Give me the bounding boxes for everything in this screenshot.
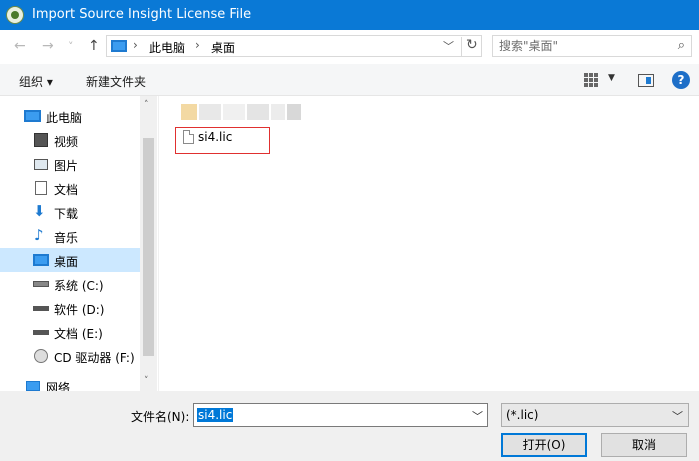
pictures-folder-icon	[34, 159, 48, 170]
drive-icon	[33, 330, 49, 335]
open-button[interactable]: 打开(O)	[501, 433, 587, 457]
computer-icon	[111, 40, 127, 52]
source-insight-app-icon	[6, 6, 24, 24]
annotation-highlight-box	[175, 127, 270, 154]
address-bar[interactable]: › 此电脑 › 桌面 ﹀ ↻	[106, 35, 482, 57]
sidebar-item-label: 文档 (E:)	[54, 327, 103, 341]
sidebar-item-label: 视频	[54, 135, 79, 149]
drive-icon	[33, 306, 49, 311]
sidebar-item-drive-c[interactable]: 系统 (C:)	[0, 272, 140, 296]
help-icon[interactable]: ?	[672, 71, 690, 89]
desktop-icon	[33, 254, 49, 266]
breadcrumb-this-pc[interactable]: 此电脑	[149, 39, 185, 56]
sidebar-item-label: 音乐	[54, 231, 79, 245]
sidebar-item-label: 软件 (D:)	[54, 303, 105, 317]
forward-arrow-icon[interactable]: →	[42, 38, 54, 54]
scroll-up-arrow-icon[interactable]: ˄	[144, 100, 149, 110]
sidebar-item-desktop[interactable]: 桌面	[0, 248, 140, 272]
filetype-value: (*.lic)	[506, 408, 539, 422]
organize-menu-button[interactable]: 组织 ▾	[19, 73, 53, 90]
sidebar-item-documents[interactable]: 文档	[0, 176, 140, 200]
breadcrumb-separator: ›	[133, 38, 138, 52]
sidebar-item-label: 桌面	[54, 255, 79, 269]
address-dropdown-chevron-icon[interactable]: ﹀	[443, 38, 454, 54]
refresh-icon[interactable]: ↻	[461, 37, 478, 57]
cd-drive-icon	[34, 349, 48, 363]
sidebar-item-label: 此电脑	[46, 111, 83, 125]
breadcrumb-separator: ›	[195, 38, 200, 52]
video-folder-icon	[34, 133, 48, 147]
search-icon[interactable]: ⌕	[678, 38, 685, 53]
scrollbar-thumb[interactable]	[143, 138, 154, 356]
command-toolbar: 组织 ▾ 新建文件夹 ▼ ?	[0, 64, 699, 96]
sidebar-item-downloads[interactable]: ⬇ 下载	[0, 200, 140, 224]
sidebar-item-videos[interactable]: 视频	[0, 128, 140, 152]
sidebar-item-label: 文档	[54, 183, 79, 197]
back-arrow-icon[interactable]: ←	[14, 38, 26, 54]
filetype-dropdown-chevron-icon[interactable]: ﹀	[672, 408, 683, 424]
sidebar-item-this-pc[interactable]: 此电脑	[0, 104, 140, 128]
filename-input[interactable]: si4.lic ﹀	[193, 403, 488, 427]
new-folder-button[interactable]: 新建文件夹	[86, 73, 146, 90]
view-options-icon[interactable]	[584, 73, 598, 87]
cancel-button[interactable]: 取消	[601, 433, 687, 457]
music-icon: ♪	[34, 226, 44, 244]
filename-label: 文件名(N):	[131, 410, 190, 424]
sidebar-item-label: 下载	[54, 207, 79, 221]
computer-icon	[24, 110, 41, 122]
navigation-pane: 此电脑 视频 图片 文档 ⬇ 下载 ♪ 音乐 桌面 系统 (C:) 软件 (D:…	[0, 96, 158, 391]
search-input[interactable]	[499, 38, 659, 54]
sidebar-item-drive-e[interactable]: 文档 (E:)	[0, 320, 140, 344]
sidebar-item-drive-f[interactable]: CD 驱动器 (F:)	[0, 344, 140, 368]
breadcrumb-desktop[interactable]: 桌面	[211, 39, 235, 56]
filename-value[interactable]: si4.lic	[197, 408, 234, 422]
scroll-down-arrow-icon[interactable]: ˅	[144, 376, 149, 386]
window-title: Import Source Insight License File	[32, 7, 252, 22]
blurred-item	[181, 104, 301, 120]
filetype-select[interactable]: (*.lic) ﹀	[501, 403, 689, 427]
view-options-dropdown-icon[interactable]: ▼	[608, 73, 615, 83]
sidebar-item-label: CD 驱动器 (F:)	[54, 351, 135, 365]
documents-folder-icon	[35, 181, 47, 195]
sidebar-item-music[interactable]: ♪ 音乐	[0, 224, 140, 248]
up-arrow-icon[interactable]: ↑	[88, 38, 100, 54]
file-list-pane: si4.lic	[158, 96, 699, 391]
network-icon	[26, 381, 40, 391]
sidebar-item-pictures[interactable]: 图片	[0, 152, 140, 176]
preview-pane-icon[interactable]	[638, 74, 654, 87]
download-icon: ⬇	[33, 202, 46, 220]
sidebar-item-drive-d[interactable]: 软件 (D:)	[0, 296, 140, 320]
sidebar-scrollbar[interactable]: ˄ ˅	[140, 96, 157, 391]
filename-dropdown-chevron-icon[interactable]: ﹀	[472, 408, 483, 424]
sidebar-item-label: 系统 (C:)	[54, 279, 104, 293]
file-dialog-footer: 文件名(N): si4.lic ﹀ (*.lic) ﹀ 打开(O) 取消	[0, 391, 699, 461]
search-box[interactable]: ⌕	[492, 35, 692, 57]
sidebar-item-label: 网络	[46, 381, 71, 391]
system-drive-icon	[33, 281, 49, 287]
title-bar: Import Source Insight License File	[0, 0, 699, 30]
recent-locations-chevron-icon[interactable]: ˅	[68, 40, 74, 53]
sidebar-item-network[interactable]: 网络	[0, 377, 140, 391]
sidebar-item-label: 图片	[54, 159, 79, 173]
